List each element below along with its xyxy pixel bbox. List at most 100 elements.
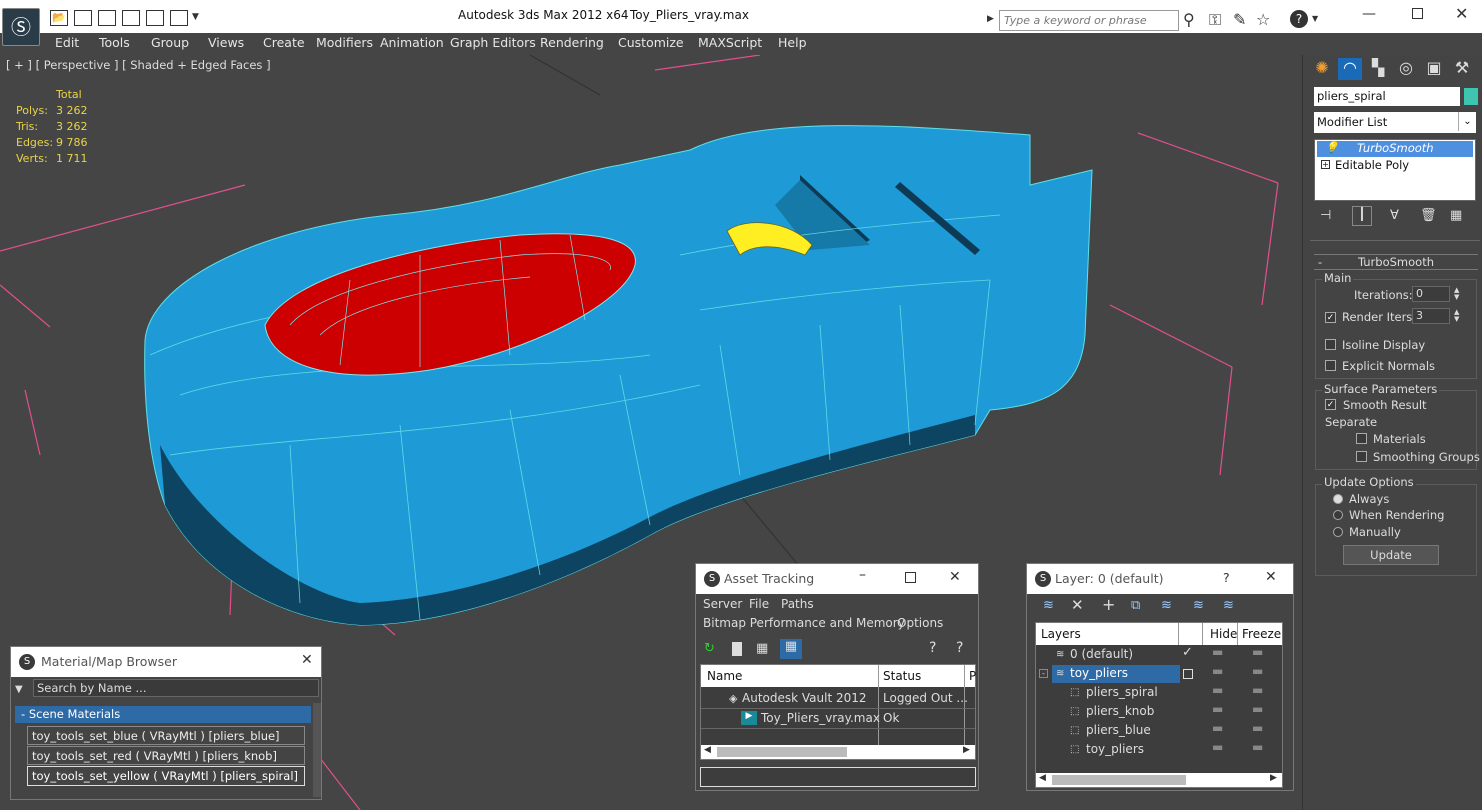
menu-paths[interactable]: Paths [781, 597, 814, 611]
hold-icon[interactable] [122, 10, 140, 26]
update-button[interactable]: Update [1343, 545, 1439, 565]
utilities-tab-icon[interactable]: ⚒ [1450, 58, 1474, 80]
asset-tracking-titlebar[interactable]: S Asset Tracking – ✕ [696, 564, 978, 594]
hierarchy-tab-icon[interactable]: ▚ [1366, 58, 1390, 80]
quick-access-dropdown-icon[interactable]: ▼ [192, 12, 199, 22]
menu-server[interactable]: Server [703, 597, 742, 611]
motion-tab-icon[interactable]: ◎ [1394, 58, 1418, 80]
col-status[interactable]: Status [883, 669, 921, 683]
list-view-icon[interactable] [732, 642, 742, 656]
menu-edit[interactable]: Edit [55, 35, 79, 50]
manually-radio[interactable] [1333, 527, 1343, 537]
checkmark-icon[interactable]: ✓ [1182, 645, 1193, 660]
refresh-icon[interactable]: ↻ [704, 641, 715, 656]
help-tip-icon[interactable]: ? [956, 640, 963, 656]
remove-modifier-icon[interactable]: 🗑 [1420, 208, 1437, 223]
object-color-swatch[interactable] [1464, 88, 1478, 105]
help-icon[interactable]: ? [929, 640, 936, 656]
scene-materials-group[interactable]: - Scene Materials [15, 706, 311, 723]
select-objects-icon[interactable]: ⧉ [1131, 598, 1140, 613]
freeze-toggle[interactable]: ▬ [1252, 740, 1263, 754]
current-layer-box[interactable] [1183, 669, 1193, 679]
search-by-name-input[interactable]: Search by Name ... [33, 679, 319, 697]
always-radio[interactable] [1333, 494, 1343, 504]
new-icon[interactable] [98, 10, 116, 26]
menu-file[interactable]: File [749, 597, 769, 611]
layer-dialog-titlebar[interactable]: S Layer: 0 (default) ? ✕ [1027, 564, 1293, 594]
isoline-display-checkbox[interactable] [1325, 339, 1336, 350]
modifier-list-dropdown[interactable]: Modifier List ⌄ [1314, 112, 1476, 133]
menu-views[interactable]: Views [208, 35, 244, 50]
explicit-normals-checkbox[interactable] [1325, 360, 1336, 371]
browser-options-icon[interactable]: ▼ [15, 684, 23, 695]
layer-row[interactable]: 0 (default) [1070, 647, 1133, 661]
asset-name[interactable]: Autodesk Vault 2012 [742, 691, 867, 705]
menu-modifiers[interactable]: Modifiers [316, 35, 373, 50]
render-iters-checkbox[interactable]: ✓ [1325, 312, 1336, 323]
freeze-toggle[interactable]: ▬ [1252, 702, 1263, 716]
menu-customize[interactable]: Customize [618, 35, 684, 50]
app-logo-icon[interactable]: Ⓢ [2, 8, 40, 46]
horizontal-scrollbar[interactable]: ◀ ▶ [701, 745, 975, 759]
search-input[interactable]: Type a keyword or phrase [999, 10, 1179, 31]
modify-tab-icon[interactable]: ◠ [1338, 58, 1362, 80]
hide-toggle[interactable]: ▬ [1212, 683, 1223, 697]
menu-bitmap-performance[interactable]: Bitmap Performance and Memory [703, 616, 905, 630]
material-item-selected[interactable]: toy_tools_set_yellow ( VRayMtl ) [pliers… [27, 766, 305, 786]
help-icon[interactable]: ? [1290, 10, 1308, 28]
rollout-header[interactable]: - TurboSmooth [1314, 254, 1478, 270]
make-unique-icon[interactable]: ∀ [1390, 208, 1399, 223]
close-icon[interactable]: ✕ [1455, 4, 1468, 23]
help-icon[interactable]: ? [1223, 570, 1230, 585]
menu-create[interactable]: Create [263, 35, 305, 50]
hide-toggle[interactable]: ▬ [1212, 664, 1223, 678]
chevron-down-icon[interactable]: ⌄ [1458, 112, 1476, 131]
menu-tools[interactable]: Tools [99, 35, 130, 50]
key-icon[interactable]: ⚿ [1209, 10, 1221, 30]
hide-toggle[interactable]: ▬ [1212, 645, 1223, 659]
menu-graph-editors[interactable]: Graph Editors [450, 35, 536, 50]
layer-object[interactable]: pliers_spiral [1086, 685, 1158, 699]
delete-layer-icon[interactable]: ✕ [1071, 596, 1084, 614]
infocenter-expand-icon[interactable]: ▶ [987, 14, 994, 24]
horizontal-scrollbar[interactable]: ◀ ▶ [1036, 773, 1282, 787]
menu-animation[interactable]: Animation [380, 35, 444, 50]
layer-object[interactable]: toy_pliers [1086, 742, 1144, 756]
hide-all-icon[interactable]: ≋ [1193, 598, 1204, 613]
render-iters-spinner[interactable]: 3 [1412, 308, 1450, 324]
add-to-layer-icon[interactable]: + [1102, 595, 1115, 614]
hide-toggle[interactable]: ▬ [1212, 740, 1223, 754]
asset-path-field[interactable] [700, 767, 976, 787]
display-tab-icon[interactable]: ▣ [1422, 58, 1446, 80]
scrollbar[interactable] [313, 703, 321, 797]
col-hide[interactable]: Hide [1210, 627, 1237, 641]
menu-help[interactable]: Help [778, 35, 807, 50]
menu-rendering[interactable]: Rendering [540, 35, 604, 50]
freeze-toggle[interactable]: ▬ [1252, 664, 1263, 678]
create-layer-icon[interactable]: ≋ [1043, 598, 1054, 613]
freeze-toggle[interactable]: ▬ [1252, 645, 1263, 659]
expand-icon[interactable]: + [1321, 160, 1330, 169]
col-freeze[interactable]: Freeze [1242, 627, 1281, 641]
iterations-spinner[interactable]: 0 [1412, 286, 1450, 302]
spinner-arrows-icon[interactable]: ▲ ▼ [1454, 309, 1459, 323]
material-item[interactable]: toy_tools_set_blue ( VRayMtl ) [pliers_b… [27, 726, 305, 745]
hide-toggle[interactable]: ▬ [1212, 702, 1223, 716]
menu-group[interactable]: Group [151, 35, 189, 50]
close-icon[interactable]: ✕ [949, 569, 961, 585]
open-icon[interactable]: 📂 [50, 10, 68, 26]
menu-maxscript[interactable]: MAXScript [698, 35, 762, 50]
minimize-icon[interactable]: – [859, 567, 866, 583]
configure-modifier-sets-icon[interactable]: ▦ [1450, 208, 1462, 223]
material-browser-titlebar[interactable]: S Material/Map Browser ✕ [11, 647, 321, 677]
project-icon[interactable] [170, 10, 188, 26]
highlight-layer-icon[interactable]: ≋ [1161, 598, 1172, 613]
close-icon[interactable]: ✕ [301, 652, 313, 668]
layer-object[interactable]: pliers_blue [1086, 723, 1151, 737]
object-name-field[interactable]: pliers_spiral [1314, 87, 1460, 106]
maximize-icon[interactable] [905, 572, 916, 583]
freeze-toggle[interactable]: ▬ [1252, 683, 1263, 697]
tree-view-icon[interactable]: ▦ [756, 641, 768, 656]
layer-object[interactable]: pliers_knob [1086, 704, 1154, 718]
stack-item-editable-poly[interactable]: + Editable Poly [1317, 158, 1473, 174]
